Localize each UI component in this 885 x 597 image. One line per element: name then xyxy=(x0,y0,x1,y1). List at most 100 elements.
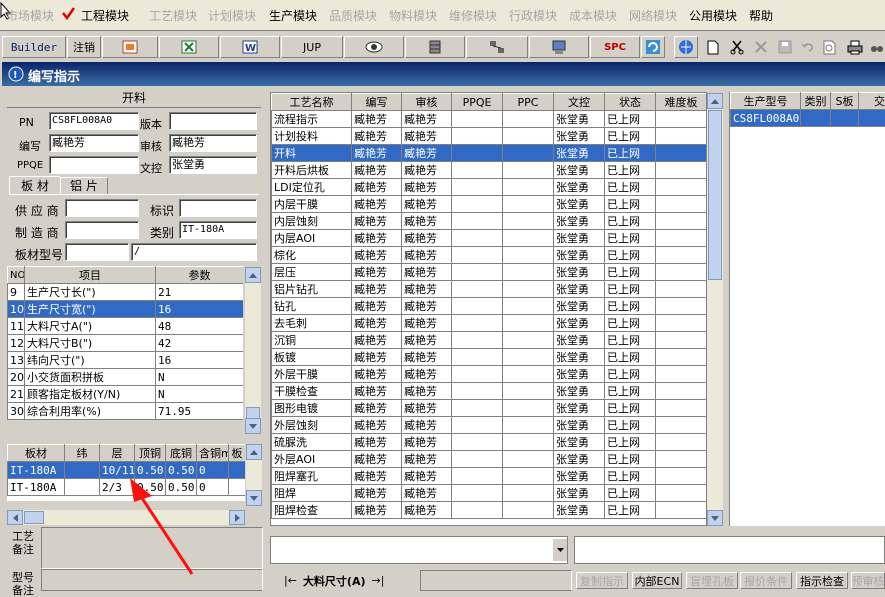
process-cell[interactable]: 张堂勇 xyxy=(554,400,605,417)
process-row[interactable]: LDI定位孔臧艳芳臧艳芳张堂勇已上网 xyxy=(272,179,707,196)
process-row[interactable]: 层压臧艳芳臧艳芳张堂勇已上网 xyxy=(272,264,707,281)
scroll-right-icon[interactable] xyxy=(229,510,245,525)
params-cell-no[interactable]: 21 xyxy=(8,386,25,403)
process-cell[interactable]: 臧艳芳 xyxy=(352,213,402,230)
params-cell-no[interactable]: 13 xyxy=(8,352,25,369)
process-cell[interactable] xyxy=(656,128,707,145)
process-cell[interactable] xyxy=(656,485,707,502)
process-cell[interactable]: 臧艳芳 xyxy=(352,349,402,366)
process-cell[interactable]: 臧艳芳 xyxy=(402,349,452,366)
model-grid-header[interactable]: 交 xyxy=(859,93,885,110)
process-cell[interactable]: 臧艳芳 xyxy=(352,417,402,434)
process-cell[interactable]: 臧艳芳 xyxy=(402,485,452,502)
process-cell[interactable]: 已上网 xyxy=(605,298,656,315)
jup-button[interactable]: JUP xyxy=(281,36,343,58)
network-button[interactable] xyxy=(466,36,528,58)
process-cell[interactable]: 臧艳芳 xyxy=(352,264,402,281)
process-cell[interactable] xyxy=(656,196,707,213)
menu-material[interactable]: 物料模块 xyxy=(389,7,437,24)
word-button[interactable]: W xyxy=(220,36,280,58)
process-row[interactable]: 外层蚀刻臧艳芳臧艳芳张堂勇已上网 xyxy=(272,417,707,434)
process-cell[interactable] xyxy=(452,366,503,383)
process-cell[interactable] xyxy=(656,281,707,298)
process-cell[interactable]: 臧艳芳 xyxy=(402,434,452,451)
dropdown-icon[interactable] xyxy=(553,539,567,561)
process-scrollbar[interactable] xyxy=(707,93,723,526)
database-button[interactable] xyxy=(405,36,465,58)
process-cell[interactable] xyxy=(503,332,554,349)
powerpoint-button[interactable] xyxy=(102,36,158,58)
menu-plan[interactable]: 计划模块 xyxy=(208,7,256,24)
scroll-up-icon[interactable] xyxy=(245,267,261,283)
process-cell[interactable]: 臧艳芳 xyxy=(352,468,402,485)
params-cell-item[interactable]: 生产尺寸长(") xyxy=(25,284,156,301)
process-cell[interactable]: 已上网 xyxy=(605,179,656,196)
boards-header[interactable]: 板材 xyxy=(8,445,65,462)
process-cell[interactable]: 已上网 xyxy=(605,434,656,451)
process-cell[interactable] xyxy=(452,264,503,281)
process-cell[interactable] xyxy=(503,468,554,485)
process-cell[interactable]: 流程指示 xyxy=(272,111,352,128)
process-cell[interactable]: 张堂勇 xyxy=(554,145,605,162)
process-cell[interactable]: 已上网 xyxy=(605,145,656,162)
hscroll-thumb[interactable] xyxy=(24,511,44,524)
process-cell[interactable] xyxy=(452,349,503,366)
process-cell[interactable] xyxy=(503,230,554,247)
params-cell-item[interactable]: 小交货面积拼板 xyxy=(25,369,156,386)
process-cell[interactable]: 张堂勇 xyxy=(554,332,605,349)
logout-button[interactable]: 注销 xyxy=(67,36,101,58)
menu-maintenance[interactable]: 维修模块 xyxy=(449,7,497,24)
process-cell[interactable] xyxy=(656,383,707,400)
process-row[interactable]: 阻焊臧艳芳臧艳芳张堂勇已上网 xyxy=(272,485,707,502)
process-cell[interactable]: 层压 xyxy=(272,264,352,281)
scroll-down-icon[interactable] xyxy=(245,418,261,434)
params-cell-no[interactable]: 30 xyxy=(8,403,25,420)
process-cell[interactable]: 臧艳芳 xyxy=(352,145,402,162)
process-cell[interactable]: 已上网 xyxy=(605,281,656,298)
params-cell-value[interactable]: 71.95 xyxy=(156,403,244,420)
process-cell[interactable]: 阻焊检查 xyxy=(272,502,352,519)
process-cell[interactable]: 张堂勇 xyxy=(554,417,605,434)
process-cell[interactable] xyxy=(503,366,554,383)
process-cell[interactable] xyxy=(452,196,503,213)
params-cell-value[interactable]: 48 xyxy=(156,318,244,335)
boards-cell[interactable]: IT-180A xyxy=(8,462,65,479)
process-cell[interactable] xyxy=(452,298,503,315)
supplier-field[interactable] xyxy=(65,199,139,217)
process-cell[interactable] xyxy=(656,332,707,349)
params-cell-value[interactable]: N xyxy=(156,386,244,403)
process-cell[interactable]: 去毛刺 xyxy=(272,315,352,332)
process-cell[interactable]: 已上网 xyxy=(605,162,656,179)
process-cell[interactable]: 硫脲洗 xyxy=(272,434,352,451)
process-cell[interactable]: 已上网 xyxy=(605,332,656,349)
process-cell[interactable]: 已上网 xyxy=(605,451,656,468)
params-cell-value[interactable]: 42 xyxy=(156,335,244,352)
process-cell[interactable] xyxy=(503,298,554,315)
process-cell[interactable]: 沉铜 xyxy=(272,332,352,349)
boards-cell[interactable]: IT-180A xyxy=(8,479,65,496)
model-grid-cell[interactable] xyxy=(831,110,859,127)
ppqe-field[interactable] xyxy=(49,156,139,174)
process-cell[interactable]: 张堂勇 xyxy=(554,196,605,213)
process-cell[interactable]: 阻焊 xyxy=(272,485,352,502)
process-cell[interactable] xyxy=(503,434,554,451)
process-row[interactable]: 硫脲洗臧艳芳臧艳芳张堂勇已上网 xyxy=(272,434,707,451)
process-cell[interactable]: 臧艳芳 xyxy=(352,281,402,298)
process-cell[interactable]: 张堂勇 xyxy=(554,162,605,179)
params-cell-item[interactable]: 纬向尺寸(") xyxy=(25,352,156,369)
process-cell[interactable] xyxy=(656,468,707,485)
process-cell[interactable]: 棕化 xyxy=(272,247,352,264)
process-cell[interactable]: 已上网 xyxy=(605,111,656,128)
tab-board[interactable]: 板 材 xyxy=(9,176,61,195)
nav-value-field[interactable] xyxy=(420,570,572,591)
process-cell[interactable] xyxy=(503,315,554,332)
process-row[interactable]: 铝片钻孔臧艳芳臧艳芳张堂勇已上网 xyxy=(272,281,707,298)
scroll-left-icon[interactable] xyxy=(7,510,23,525)
process-cell[interactable]: 臧艳芳 xyxy=(352,485,402,502)
process-header[interactable]: 难度板 xyxy=(656,94,707,111)
blind-via-button[interactable]: 盲埋孔板 xyxy=(686,572,738,589)
params-row[interactable]: 10生产尺寸宽(")16 xyxy=(8,301,244,318)
process-cell[interactable] xyxy=(656,400,707,417)
boards-cell[interactable] xyxy=(65,462,100,479)
process-header[interactable]: PPQE xyxy=(452,94,503,111)
